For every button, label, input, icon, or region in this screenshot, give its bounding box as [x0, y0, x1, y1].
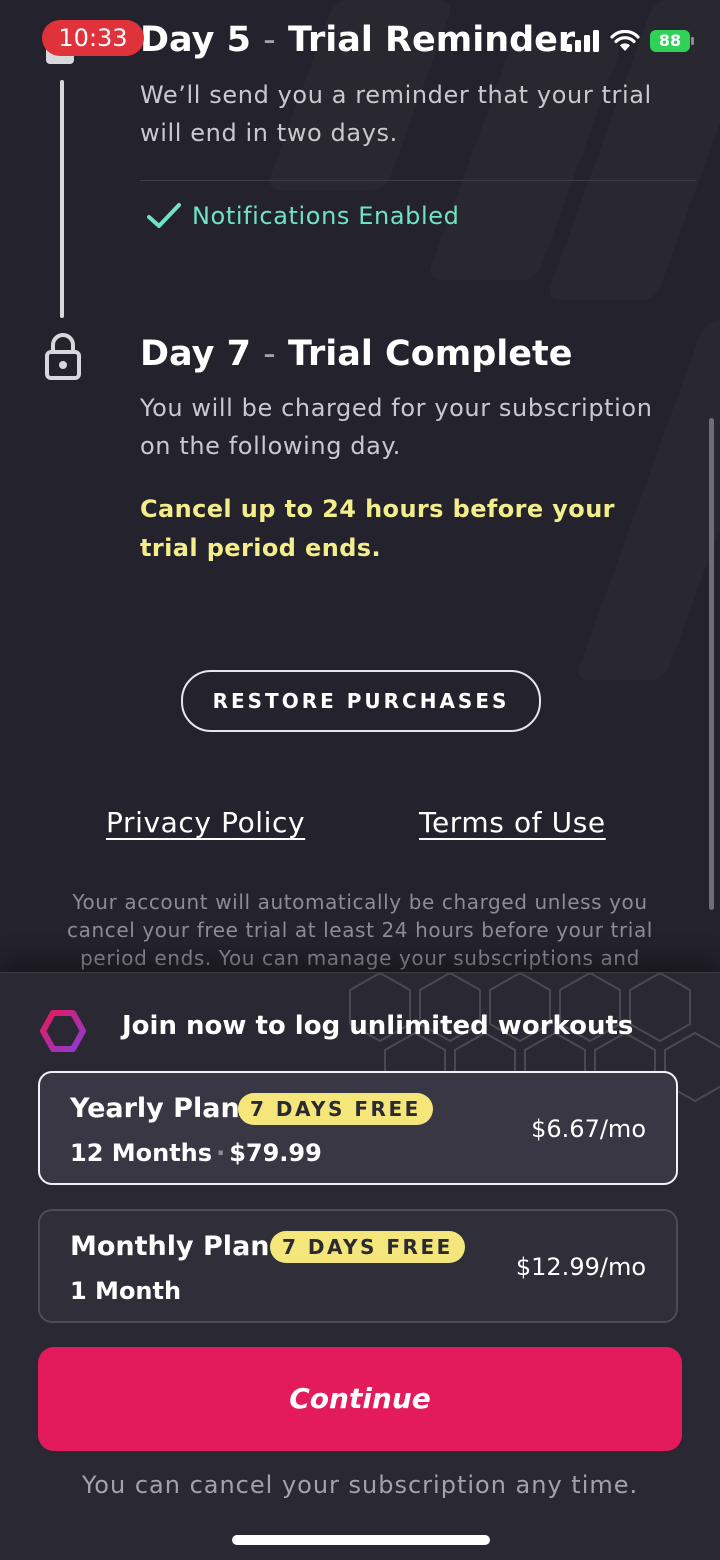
plan-option-yearly[interactable]: Yearly Plan 7 DAYS FREE 12 Months · $79.99… — [38, 1071, 678, 1185]
separator-dot: · — [216, 1139, 226, 1167]
plan-monthly-price: $12.99/mo — [515, 1253, 646, 1281]
step-day5-label: Trial Reminder — [287, 20, 576, 60]
plan-monthly-price: $6.67/mo — [531, 1115, 646, 1143]
step-day7-label: Trial Complete — [287, 334, 573, 374]
plan-term: 1 Month — [70, 1277, 181, 1305]
plan-name: Monthly Plan — [70, 1231, 270, 1262]
step-day7-day: Day 7 — [140, 334, 251, 374]
battery-icon: 88 — [650, 30, 694, 52]
cancel-anytime-note: You can cancel your subscription any tim… — [81, 1471, 639, 1499]
divider — [140, 180, 696, 181]
plan-option-monthly[interactable]: Monthly Plan 7 DAYS FREE 1 Month $12.99/… — [38, 1209, 678, 1323]
lock-icon — [45, 333, 81, 380]
free-trial-badge: 7 DAYS FREE — [238, 1093, 433, 1125]
billing-disclaimer: Your account will automatically be charg… — [67, 890, 653, 970]
scrollbar[interactable] — [709, 418, 714, 910]
status-time: 10:33 — [42, 20, 144, 56]
subscription-sheet: Join now to log unlimited workouts Yearl… — [0, 972, 720, 1560]
continue-button[interactable]: Continue — [38, 1347, 682, 1451]
terms-of-use-link[interactable]: Terms of Use — [419, 806, 606, 839]
free-trial-badge: 7 DAYS FREE — [270, 1231, 465, 1263]
step-day5-description: We’ll send you a reminder that your tria… — [140, 81, 652, 147]
step-day7-description: You will be charged for your subscriptio… — [140, 394, 653, 460]
title-dash: - — [263, 20, 276, 60]
restore-purchases-button[interactable]: RESTORE PURCHASES — [181, 670, 541, 732]
plan-term: 12 Months · $79.99 — [70, 1139, 322, 1167]
step-day7-title: Day 7 - Trial Complete — [140, 334, 573, 374]
timeline-line — [60, 80, 64, 318]
plan-name: Yearly Plan — [70, 1093, 240, 1124]
plan-term-length: 12 Months — [70, 1139, 213, 1167]
signal-icon — [566, 30, 599, 52]
check-icon — [147, 203, 181, 228]
plan-term-length: 1 Month — [70, 1277, 182, 1305]
home-indicator[interactable] — [232, 1535, 490, 1545]
status-icons: 88 — [566, 30, 694, 52]
notifications-status: Notifications Enabled — [146, 202, 459, 230]
step-day5-title: Day 5 - Trial Reminder — [140, 20, 575, 60]
cancel-note: Cancel up to 24 hours before your trial … — [140, 495, 615, 562]
privacy-policy-link[interactable]: Privacy Policy — [106, 806, 305, 839]
notifications-label: Notifications Enabled — [192, 202, 460, 230]
title-dash: - — [263, 334, 276, 374]
wifi-icon — [610, 30, 640, 51]
paywall-screen: Day 5 - Trial Reminder We’ll send you a … — [0, 0, 720, 1560]
brand-hexagon-icon — [40, 1010, 86, 1052]
sheet-title: Join now to log unlimited workouts — [122, 1011, 634, 1041]
plan-total-price: $79.99 — [229, 1139, 322, 1167]
step-day5-day: Day 5 — [140, 20, 251, 60]
